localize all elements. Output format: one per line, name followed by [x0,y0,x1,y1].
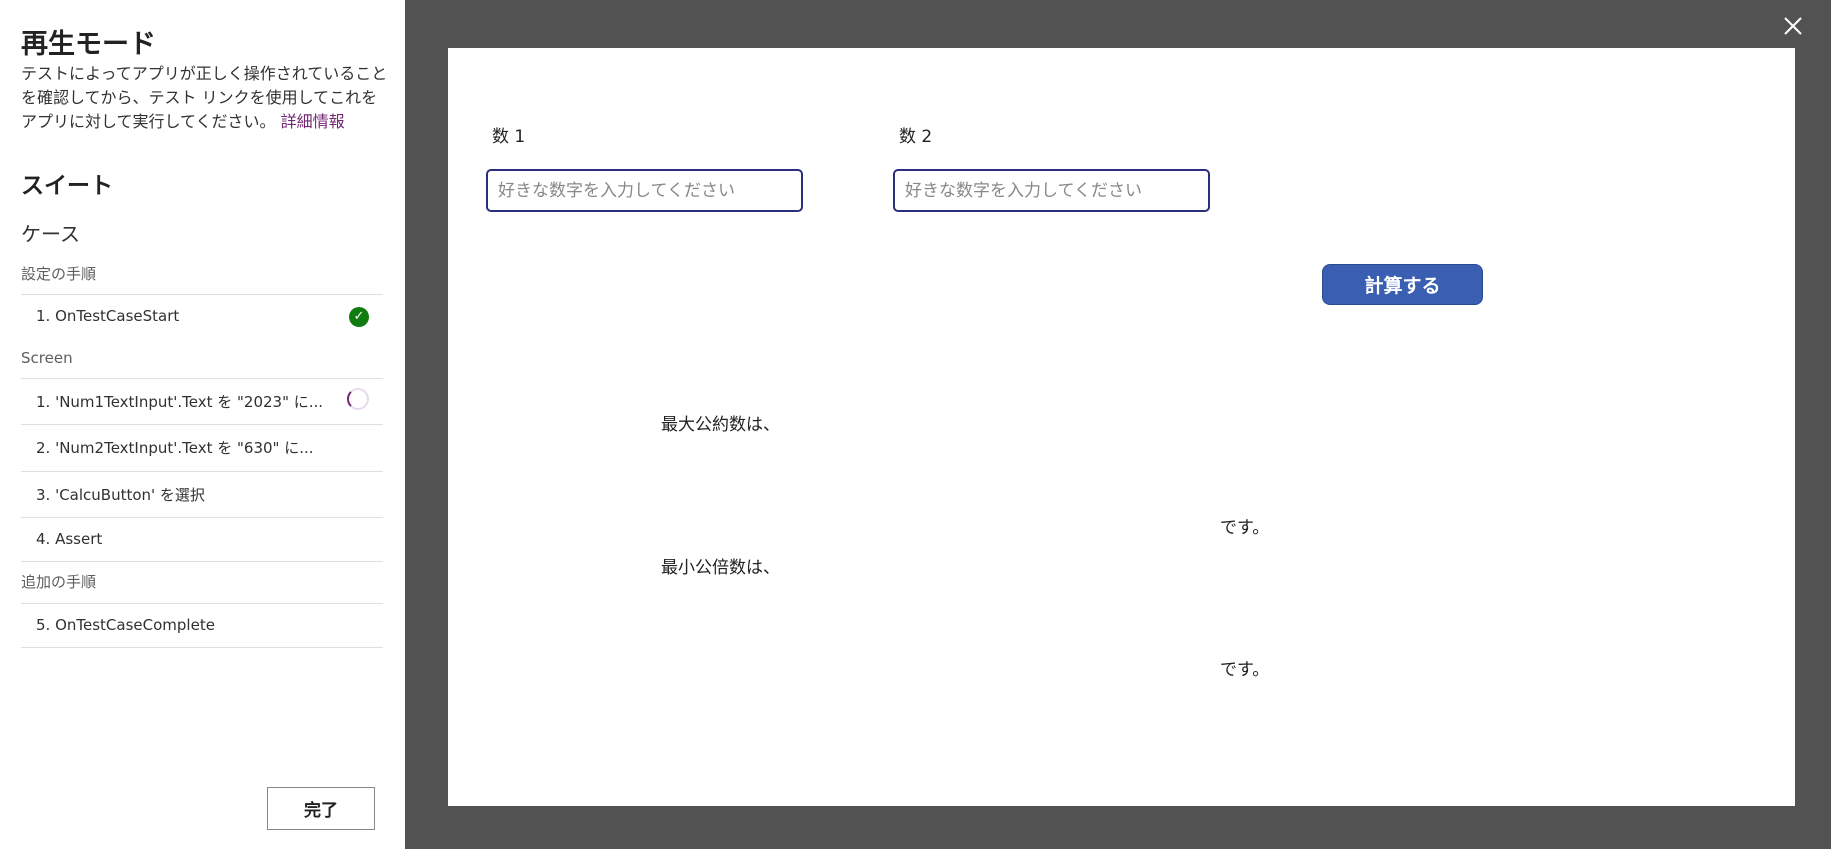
calculate-button[interactable]: 計算する [1322,264,1483,305]
additional-section-label: 追加の手順 [21,573,97,591]
gcd-suffix: です。 [1220,518,1270,538]
close-icon[interactable] [1779,12,1807,40]
check-circle-icon: ✓ [349,307,369,327]
step-label: 1. OnTestCaseStart [36,307,180,325]
step-label: 2. 'Num2TextInput'.Text を "630" に... [36,439,314,457]
step-label: 1. 'Num1TextInput'.Text を "2023" に... [36,393,324,411]
setup-section-label: 設定の手順 [21,265,97,283]
step-calc-button[interactable]: 3. 'CalcuButton' を選択 [21,471,383,516]
num2-text-input[interactable] [893,169,1210,212]
step-label: 5. OnTestCaseComplete [36,616,215,634]
done-button[interactable]: 完了 [267,787,375,830]
num1-text-input[interactable] [486,169,803,212]
more-info-link[interactable]: 詳細情報 [281,112,345,131]
step-label: 4. Assert [36,530,103,548]
step-assert[interactable]: 4. Assert [21,517,383,562]
lcm-label: 最小公倍数は、 [661,558,780,578]
step-on-test-case-start[interactable]: 1. OnTestCaseStart ✓ [21,294,383,339]
step-num1-input[interactable]: 1. 'Num1TextInput'.Text を "2023" に... [21,378,383,423]
lcm-suffix: です。 [1220,660,1270,680]
case-heading: ケース [21,222,80,246]
suite-heading: スイート [21,173,113,199]
gcd-label: 最大公約数は、 [661,415,780,435]
step-num2-input[interactable]: 2. 'Num2TextInput'.Text を "630" に... [21,424,383,469]
step-label: 3. 'CalcuButton' を選択 [36,486,205,504]
spinner-icon [347,388,369,410]
app-canvas: 数 1 数 2 計算する 最大公約数は、 です。 最小公倍数は、 です。 [448,48,1795,806]
panel-description: テストによってアプリが正しく操作されていることを確認してから、テスト リンクを使… [21,62,391,134]
screen-section-label: Screen [21,349,73,367]
step-on-test-case-complete[interactable]: 5. OnTestCaseComplete [21,603,383,648]
test-panel: 再生モード テストによってアプリが正しく操作されていることを確認してから、テスト… [0,0,405,849]
panel-title: 再生モード [21,29,156,60]
num1-label: 数 1 [492,127,526,147]
num2-label: 数 2 [899,127,933,147]
